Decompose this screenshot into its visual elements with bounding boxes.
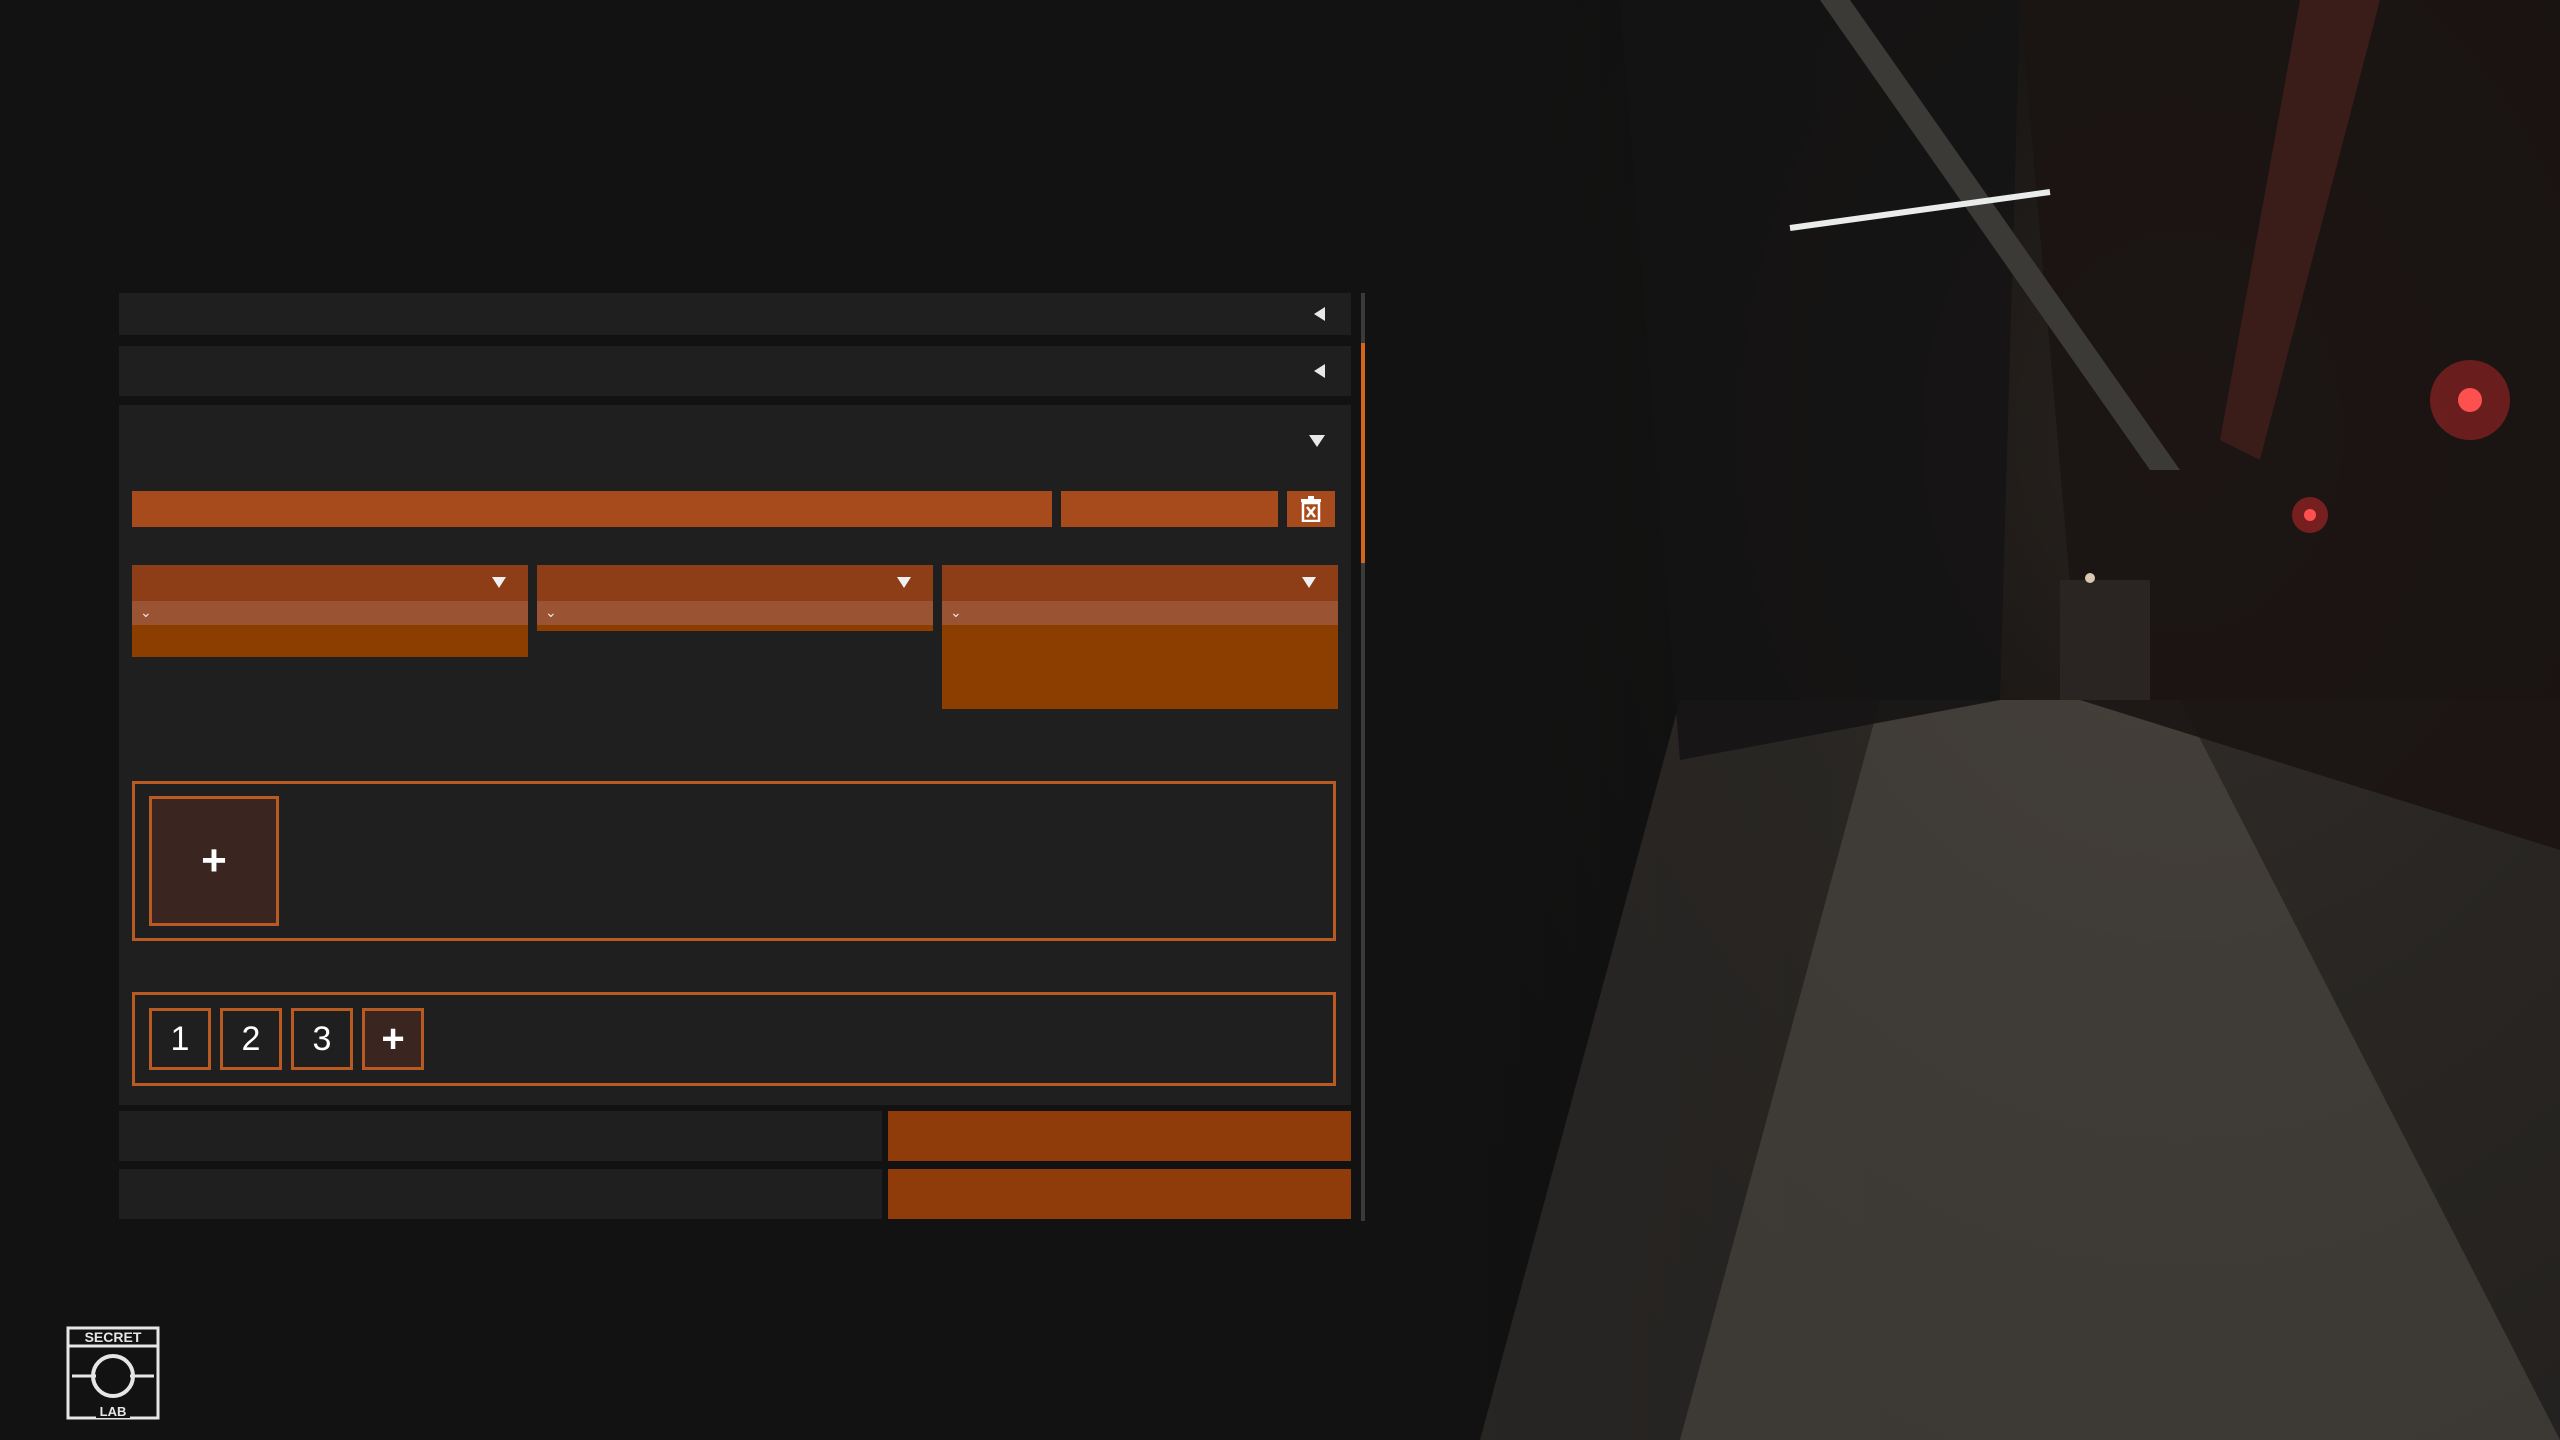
scrollbar-thumb[interactable] xyxy=(1361,343,1365,563)
arrow-left-icon[interactable] xyxy=(1314,307,1325,321)
delete-button[interactable] xyxy=(1287,491,1335,527)
collapsed-section-2[interactable] xyxy=(119,346,1351,396)
dropdown-1[interactable]: ⌄ xyxy=(132,565,528,657)
dropdown-2-option[interactable]: ⌄ xyxy=(537,601,933,625)
dropdown-1-list: ⌄ xyxy=(132,601,528,657)
add-item-button[interactable]: + xyxy=(149,796,279,926)
bottom-row-1-button[interactable] xyxy=(888,1111,1351,1161)
triangle-down-icon xyxy=(1302,577,1316,588)
dropdown-1-option[interactable]: ⌄ xyxy=(132,601,528,625)
dropdown-3-header[interactable] xyxy=(942,565,1338,601)
triangle-down-icon xyxy=(492,577,506,588)
dropdown-2-list: ⌄ xyxy=(537,601,933,631)
logo-bottom-text: LAB xyxy=(100,1404,127,1419)
numbered-items-container: 1 2 3 + xyxy=(132,992,1336,1086)
add-item-container: + xyxy=(132,781,1336,941)
arrow-down-icon[interactable] xyxy=(1309,435,1325,447)
collapsed-section-1[interactable] xyxy=(119,293,1351,335)
chevron-down-icon: ⌄ xyxy=(140,604,152,620)
dropdown-3-list: ⌄ xyxy=(942,601,1338,709)
bottom-row-1-label xyxy=(119,1111,882,1161)
dropdown-3[interactable]: ⌄ xyxy=(942,565,1338,709)
expanded-section: ⌄ ⌄ ⌄ + 1 2 3 + xyxy=(119,405,1351,1105)
secret-lab-logo: SECRET LAB xyxy=(66,1326,160,1420)
trash-x-icon xyxy=(1301,496,1321,522)
add-numbered-item-button[interactable]: + xyxy=(362,1008,424,1070)
dropdown-1-header[interactable] xyxy=(132,565,528,601)
bottom-row-2-button[interactable] xyxy=(888,1169,1351,1219)
dropdown-2-header[interactable] xyxy=(537,565,933,601)
dropdown-3-option[interactable]: ⌄ xyxy=(942,601,1338,625)
arrow-left-icon[interactable] xyxy=(1314,364,1325,378)
number-input-field[interactable] xyxy=(1061,491,1278,527)
logo-top-text: SECRET xyxy=(85,1329,142,1345)
bottom-row-1 xyxy=(119,1111,1351,1161)
numbered-item-3[interactable]: 3 xyxy=(291,1008,353,1070)
triangle-down-icon xyxy=(897,577,911,588)
corridor-background xyxy=(1380,0,2560,1440)
chevron-down-icon: ⌄ xyxy=(950,604,962,620)
bottom-row-2-label xyxy=(119,1169,882,1219)
chevron-down-icon: ⌄ xyxy=(545,604,557,620)
numbered-item-1[interactable]: 1 xyxy=(149,1008,211,1070)
bottom-row-2 xyxy=(119,1169,1351,1219)
dropdown-2[interactable]: ⌄ xyxy=(537,565,933,631)
settings-panel: ⌄ ⌄ ⌄ + 1 2 3 + xyxy=(119,293,1365,1221)
text-input-field[interactable] xyxy=(132,491,1052,527)
numbered-item-2[interactable]: 2 xyxy=(220,1008,282,1070)
